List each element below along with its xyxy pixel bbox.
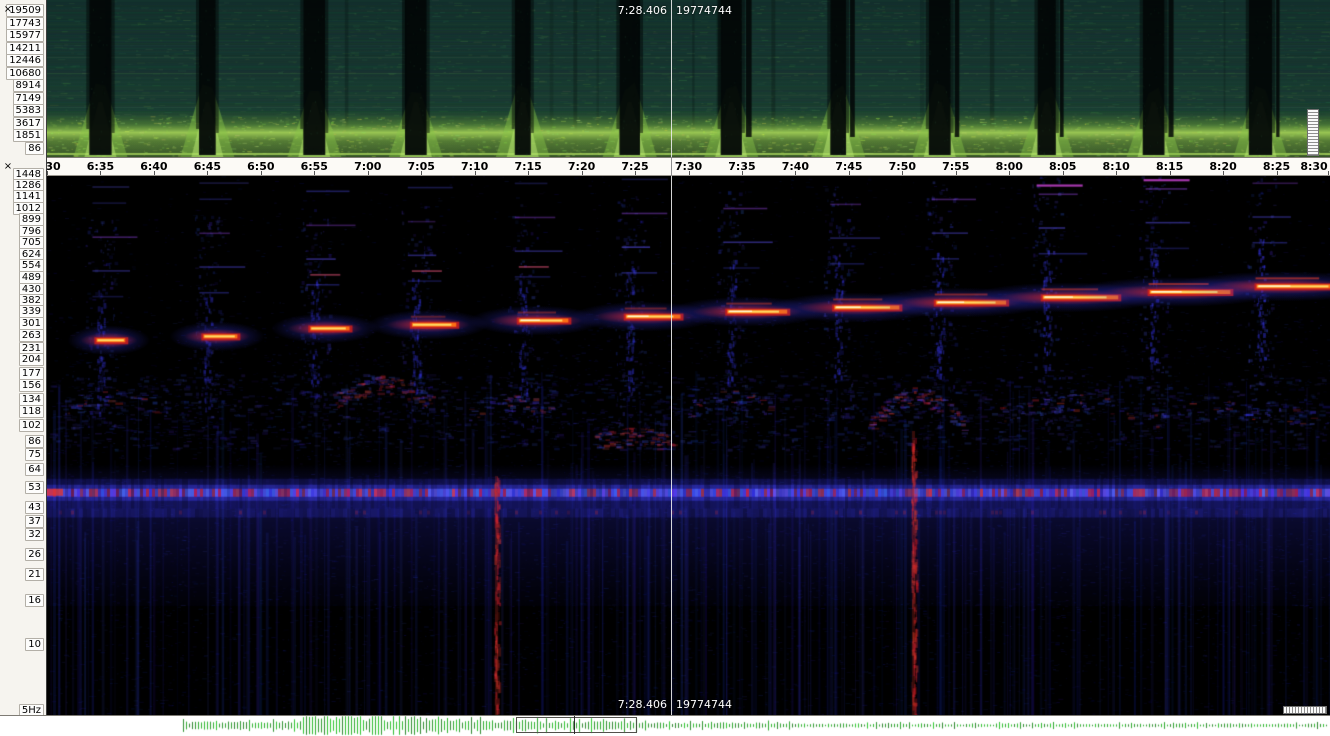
frequency-label: 554 bbox=[19, 259, 44, 272]
time-tick bbox=[421, 171, 422, 175]
frequency-label: 3617 bbox=[13, 117, 44, 130]
time-tick bbox=[207, 171, 208, 175]
cursor-frame-readout-bottom: 19774744 bbox=[676, 699, 732, 711]
frequency-label: 1851 bbox=[13, 129, 44, 142]
horizontal-zoom-wheel[interactable] bbox=[1283, 706, 1327, 714]
time-tick bbox=[475, 171, 476, 175]
playback-cursor-ruler bbox=[671, 157, 672, 176]
time-tick bbox=[956, 171, 957, 175]
cursor-time-readout-top: 7:28.406 bbox=[618, 5, 667, 17]
time-tick bbox=[1277, 171, 1278, 175]
time-tick bbox=[1170, 171, 1171, 175]
frequency-label: 12446 bbox=[6, 54, 44, 67]
time-tick bbox=[100, 171, 101, 175]
frequency-scale-bottom: 1448128611411012899796705624554489430382… bbox=[0, 157, 47, 715]
frequency-label: 37 bbox=[25, 515, 44, 528]
vertical-zoom-wheel[interactable] bbox=[1307, 109, 1319, 156]
overview-divider bbox=[0, 715, 1330, 716]
frequency-label: 75 bbox=[25, 448, 44, 461]
time-tick bbox=[1063, 171, 1064, 175]
frequency-label: 10 bbox=[25, 638, 44, 651]
time-tick bbox=[742, 171, 743, 175]
time-tick bbox=[849, 171, 850, 175]
close-pane-top-button[interactable]: × bbox=[2, 3, 14, 15]
time-tick bbox=[1009, 171, 1010, 175]
frequency-label: 86 bbox=[25, 435, 44, 448]
overview-waveform[interactable] bbox=[0, 715, 1330, 736]
time-tick bbox=[902, 171, 903, 175]
time-tick bbox=[1328, 171, 1329, 175]
time-tick bbox=[795, 171, 796, 175]
frequency-label: 177 bbox=[19, 367, 44, 380]
time-tick bbox=[261, 171, 262, 175]
frequency-label: 53 bbox=[25, 481, 44, 494]
frequency-label: 102 bbox=[19, 419, 44, 432]
frequency-label: 43 bbox=[25, 501, 44, 514]
frequency-scale-top: 1950917743159771421112446106808914714953… bbox=[0, 0, 47, 157]
frequency-label: 17743 bbox=[6, 17, 44, 30]
frequency-label: 5Hz bbox=[19, 704, 44, 715]
overview-playback-cursor bbox=[574, 716, 575, 734]
cursor-time-readout-bottom: 7:28.406 bbox=[618, 699, 667, 711]
frequency-label: 489 bbox=[19, 271, 44, 284]
frequency-label: 86 bbox=[25, 142, 44, 155]
spectrogram-canvas-bottom[interactable] bbox=[47, 176, 1330, 715]
frequency-label: 263 bbox=[19, 329, 44, 342]
frequency-label: 16 bbox=[25, 594, 44, 607]
cursor-frame-readout-top: 19774744 bbox=[676, 5, 732, 17]
time-label: 6:30 bbox=[47, 159, 62, 174]
frequency-label: 301 bbox=[19, 317, 44, 330]
frequency-label: 26 bbox=[25, 548, 44, 561]
time-tick bbox=[314, 171, 315, 175]
frequency-label: 15977 bbox=[6, 29, 44, 42]
playback-cursor-bottom bbox=[671, 176, 672, 715]
time-tick bbox=[368, 171, 369, 175]
time-tick bbox=[635, 171, 636, 175]
frequency-label: 5383 bbox=[13, 104, 44, 117]
time-tick bbox=[47, 171, 48, 175]
frequency-label: 156 bbox=[19, 379, 44, 392]
frequency-label: 204 bbox=[19, 353, 44, 366]
time-label: 8:30 bbox=[1299, 159, 1329, 174]
frequency-label: 64 bbox=[25, 463, 44, 476]
time-tick bbox=[154, 171, 155, 175]
frequency-label: 8914 bbox=[13, 79, 44, 92]
frequency-label: 21 bbox=[25, 568, 44, 581]
time-tick bbox=[1116, 171, 1117, 175]
time-tick bbox=[582, 171, 583, 175]
spectrogram-analysis-window: 1950917743159771421112446106808914714953… bbox=[0, 0, 1330, 736]
frequency-label: 32 bbox=[25, 528, 44, 541]
time-ruler[interactable]: 6:306:356:406:456:506:557:007:057:107:15… bbox=[47, 157, 1330, 176]
frequency-label: 14211 bbox=[6, 42, 44, 55]
frequency-label: 118 bbox=[19, 405, 44, 418]
time-tick bbox=[1223, 171, 1224, 175]
close-pane-bottom-button[interactable]: × bbox=[2, 160, 14, 172]
time-tick bbox=[528, 171, 529, 175]
playback-cursor-top bbox=[671, 0, 672, 157]
frequency-label: 10680 bbox=[6, 67, 44, 80]
frequency-label: 7149 bbox=[13, 92, 44, 105]
spectrogram-canvas-top[interactable] bbox=[47, 0, 1330, 157]
time-tick bbox=[689, 171, 690, 175]
overview-view-box[interactable] bbox=[516, 717, 637, 733]
